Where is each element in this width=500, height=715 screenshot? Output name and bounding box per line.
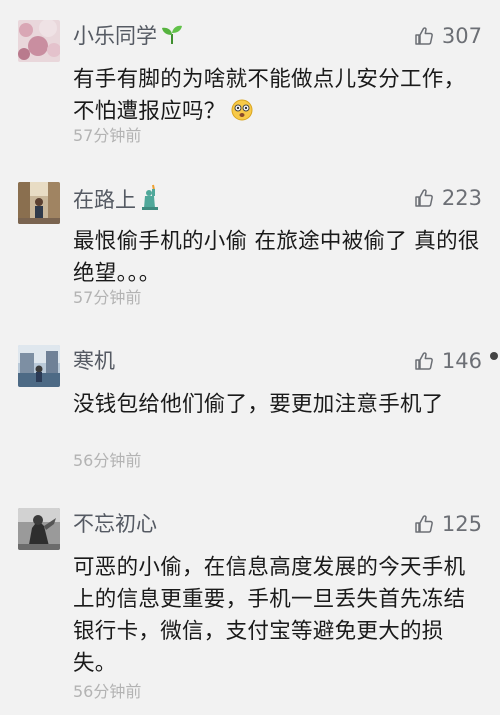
avatar[interactable]	[18, 508, 60, 550]
like-count: 223	[441, 186, 482, 210]
like-button[interactable]: 146	[414, 347, 482, 375]
seedling-icon	[160, 22, 184, 53]
comment-time: 57分钟前	[73, 126, 142, 145]
like-count: 307	[441, 24, 482, 48]
username[interactable]: 寒机	[73, 347, 115, 375]
thumbs-up-icon	[414, 188, 434, 208]
comment-content: 有手有脚的为啥就不能做点儿安分工作，不怕遭报应吗？	[73, 64, 485, 132]
comment-time: 56分钟前	[73, 451, 142, 470]
like-count: 125	[441, 512, 482, 536]
like-button[interactable]: 125	[414, 510, 482, 538]
like-button[interactable]: 223	[414, 184, 482, 212]
thumbs-up-icon	[414, 514, 434, 534]
comment-time: 56分钟前	[73, 682, 142, 701]
thumbs-up-icon	[414, 351, 434, 371]
username[interactable]: 不忘初心	[73, 510, 157, 538]
like-count: 146	[441, 349, 482, 373]
scroll-indicator	[490, 352, 498, 360]
like-button[interactable]: 307	[414, 22, 482, 50]
statue-of-liberty-icon	[139, 184, 161, 217]
username[interactable]: 小乐同学	[73, 22, 184, 53]
comment-content: 可恶的小偷，在信息高度发展的今天手机上的信息更重要，手机一旦丢失首先冻结银行卡，…	[73, 555, 466, 676]
avatar[interactable]	[18, 345, 60, 387]
comment-content: 最恨偷手机的小偷 在旅途中被偷了 真的很绝望。。。	[73, 229, 480, 286]
thumbs-up-icon	[414, 26, 434, 46]
username[interactable]: 在路上	[73, 184, 161, 217]
comment-time: 57分钟前	[73, 288, 142, 307]
dizzy-face-icon	[230, 98, 254, 132]
avatar[interactable]	[18, 182, 60, 224]
avatar[interactable]	[18, 20, 60, 62]
comment-content: 没钱包给他们偷了，要更加注意手机了	[73, 392, 444, 417]
